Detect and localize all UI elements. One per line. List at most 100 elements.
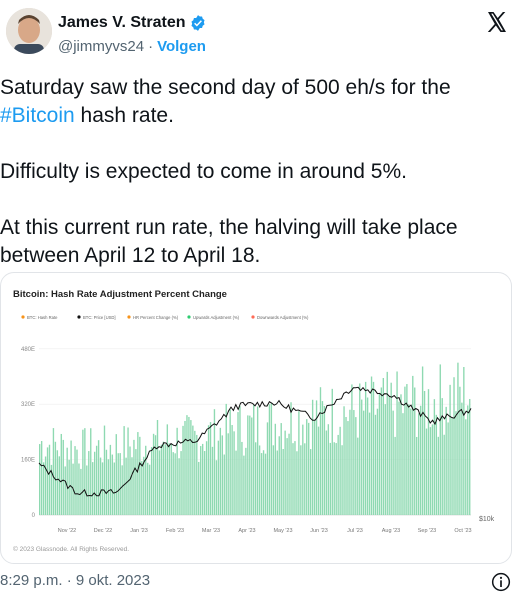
hash-rate-bar [457, 362, 459, 515]
hash-rate-bar [376, 408, 379, 515]
follow-button[interactable]: Volgen [157, 38, 206, 55]
x-logo-icon[interactable] [485, 10, 509, 34]
legend-label: HR Percent Change (%) [133, 315, 179, 320]
hash-rate-bar [302, 424, 304, 515]
hash-rate-bar [180, 451, 182, 515]
hash-rate-bar [300, 445, 302, 515]
legend-label: Upwards Adjustment (%) [193, 315, 240, 320]
legend-swatch [251, 315, 255, 319]
hash-rate-bar [349, 409, 351, 515]
hash-rate-bar [164, 444, 167, 515]
hash-rate-bar [268, 404, 271, 515]
hash-rate-bar [166, 424, 169, 515]
hash-rate-bar [465, 419, 467, 515]
hash-rate-bar [58, 456, 61, 515]
tweet-header: James V. Straten @jimmyvs24 · Volgen [0, 0, 517, 66]
hash-rate-bar [217, 440, 220, 515]
hash-rate-bar [192, 425, 194, 515]
hash-rate-bar [92, 462, 94, 515]
tweet-text-segment: Saturday saw the second day of 500 eh/s … [0, 76, 451, 99]
hash-rate-bar [408, 404, 410, 515]
x-tick-label: Jan '23 [130, 528, 148, 534]
author-name-row: James V. Straten [58, 12, 207, 34]
legend-swatch [127, 315, 131, 319]
author-name[interactable]: James V. Straten [58, 14, 185, 32]
hash-rate-bar [366, 397, 369, 515]
hash-rate-bar [139, 436, 141, 515]
legend-swatch [21, 315, 25, 319]
hash-rate-bar [233, 431, 235, 515]
hash-rate-bar [380, 387, 383, 515]
hash-rate-bar [378, 393, 381, 515]
hash-rate-bar [115, 434, 117, 515]
hash-rate-bar [237, 412, 239, 515]
hash-rate-bar [445, 406, 447, 515]
tweet-paragraph-3: At this current run rate, the halving wi… [0, 216, 458, 267]
hash-rate-bar [95, 445, 98, 515]
hash-rate-bar [384, 404, 386, 515]
legend-label: Downwards Adjustment (%) [257, 315, 309, 320]
hash-rate-bar [207, 425, 210, 515]
hash-rate-bar [135, 449, 137, 515]
hash-rate-bar [327, 424, 330, 515]
avatar[interactable] [6, 8, 52, 54]
hash-rate-bar [351, 384, 353, 515]
hash-rate-bar [253, 404, 255, 515]
hash-rate-bar [219, 427, 222, 515]
hash-rate-bar [231, 425, 233, 515]
chart-y-right-label: $10k [479, 516, 495, 523]
hash-rate-bar [129, 446, 131, 515]
hash-rate-bar [123, 426, 125, 515]
hash-rate-bar [262, 450, 265, 515]
hash-rate-bar [46, 447, 49, 515]
hash-rate-bar [433, 399, 436, 515]
hash-rate-bar [256, 406, 259, 515]
hash-rate-bar [211, 446, 214, 515]
hash-rate-bar [416, 436, 418, 515]
hash-rate-bar [355, 417, 357, 515]
hash-rate-bar [99, 457, 102, 515]
hash-rate-bar [368, 412, 371, 515]
hash-rate-bar [264, 453, 267, 515]
hash-rate-bar [48, 444, 51, 515]
hash-rate-bar [361, 399, 363, 515]
hashtag-link[interactable]: #Bitcoin [0, 104, 75, 127]
hash-rate-bar [70, 440, 72, 515]
hash-rate-bar [404, 386, 406, 515]
hash-rate-bar [148, 464, 151, 515]
hash-rate-bar [103, 425, 106, 515]
hash-rate-bar [203, 451, 206, 515]
hash-rate-bar [78, 463, 80, 515]
chart-x-ticks: Nov '22 Dec '22 Jan '23 Feb '23 Mar '23 Apr '… [58, 528, 472, 534]
hash-rate-bar [60, 433, 62, 515]
hash-rate-bar [178, 458, 180, 515]
hash-rate-bar [410, 408, 412, 515]
chart-legend: BTC: Hash Rate BTC: Price [USD] HR Percent… [21, 315, 309, 320]
hash-rate-bar [453, 377, 455, 515]
hash-rate-bar [317, 426, 320, 515]
chart-image-card[interactable]: Bitcoin: Hash Rate Adjustment Percent Ch… [0, 272, 512, 564]
hash-rate-bar [186, 415, 188, 515]
separator-dot: · [148, 38, 154, 55]
y-tick-label: 0 [32, 513, 36, 519]
hash-rate-bar [280, 423, 282, 515]
hash-rate-bar [276, 450, 278, 515]
author-handle[interactable]: @jimmyvs24 [58, 38, 144, 55]
hash-rate-bar [339, 426, 341, 515]
info-icon[interactable] [491, 572, 511, 592]
tweet-timestamp[interactable]: 8:29 p.m. · 9 okt. 2023 [0, 572, 150, 589]
hash-rate-bar [325, 430, 328, 515]
hash-rate-bar [249, 415, 251, 515]
hash-rate-bar [449, 384, 451, 515]
hash-rate-bar [288, 433, 290, 515]
hash-rate-bar [286, 438, 288, 515]
hash-rate-bar [359, 383, 361, 515]
hash-rate-bar [229, 409, 231, 515]
chart-bars [39, 362, 471, 515]
hash-rate-bar [235, 450, 237, 515]
hash-rate-bar [223, 454, 225, 515]
hash-rate-bar [309, 449, 312, 515]
hash-rate-bar [251, 417, 253, 515]
tweet-paragraph-2: Difficulty is expected to come in around… [0, 160, 407, 183]
hash-rate-bar [421, 366, 424, 515]
